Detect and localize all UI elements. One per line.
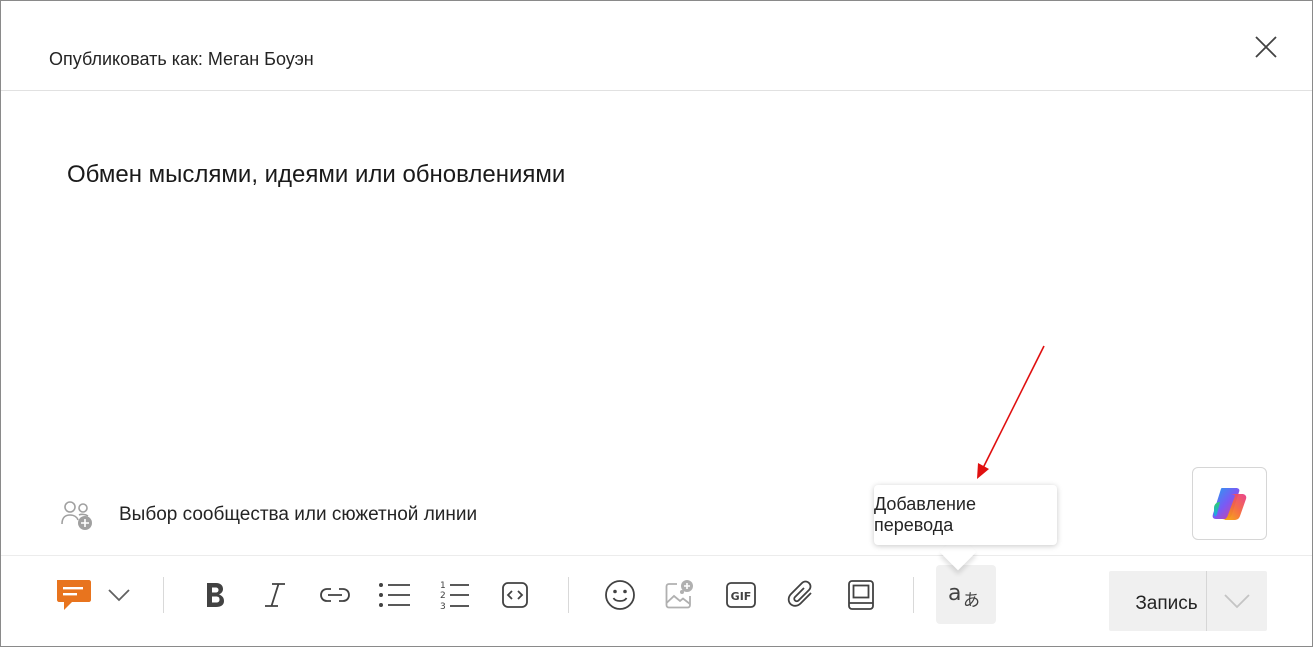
italic-icon [265, 583, 285, 607]
numbered-list-icon: 1 2 3 [440, 581, 469, 611]
post-button-label: Запись [1135, 593, 1198, 614]
post-as-title: Опубликовать как: Меган Боуэн [49, 49, 314, 69]
discussion-icon [57, 580, 91, 610]
italic-button[interactable] [255, 573, 295, 617]
tooltip-text: Добавление перевода [874, 494, 976, 535]
toolbar-separator [913, 577, 914, 613]
translate-button[interactable]: a あ [936, 565, 996, 624]
code-button[interactable] [495, 573, 535, 617]
translate-tooltip: Добавление перевода [874, 485, 1057, 545]
people-add-icon [59, 497, 95, 533]
svg-text:3: 3 [440, 602, 446, 611]
image-button[interactable] [659, 573, 699, 617]
gif-icon: GIF [726, 582, 756, 608]
toolbar-separator [163, 577, 164, 613]
template-button[interactable] [841, 573, 881, 617]
attach-button[interactable] [781, 573, 821, 617]
bold-icon [207, 583, 224, 607]
bullet-list-button[interactable] [375, 573, 415, 617]
post-type-button[interactable] [53, 573, 93, 617]
community-selector-label: Выбор сообщества или сюжетной линии [119, 504, 478, 525]
template-icon [848, 580, 874, 610]
translate-glyph-latin: a [948, 581, 961, 606]
attach-icon [787, 580, 812, 607]
post-dialog: Опубликовать как: Меган Боуэн Обмен мысл… [0, 0, 1313, 647]
emoji-button[interactable] [600, 573, 640, 617]
bold-button[interactable] [195, 573, 235, 617]
translate-icon: a あ [948, 581, 980, 611]
post-split-button: Запись [1109, 571, 1267, 631]
gif-button[interactable]: GIF [721, 573, 761, 617]
svg-text:1: 1 [440, 581, 446, 591]
link-button[interactable] [315, 573, 355, 617]
post-button[interactable]: Запись [1109, 571, 1206, 631]
message-editor[interactable]: Обмен мыслями, идеями или обновлениями [67, 161, 565, 189]
toolbar-separator [568, 577, 569, 613]
gif-label: GIF [731, 590, 752, 603]
translate-glyph-japanese: あ [963, 591, 980, 611]
emoji-icon [605, 580, 635, 610]
post-options-dropdown[interactable] [1207, 571, 1267, 631]
image-icon [665, 580, 693, 609]
formatting-toolbar: 1 2 3 GIF a あ Запись [1, 557, 1312, 647]
community-selector[interactable]: Выбор сообщества или сюжетной линии [59, 495, 477, 535]
numbered-list-button[interactable]: 1 2 3 [435, 573, 475, 617]
copilot-button[interactable] [1192, 467, 1267, 540]
chevron-down-icon [1224, 594, 1250, 609]
copilot-icon [1212, 487, 1246, 520]
close-button[interactable] [1250, 31, 1282, 63]
editor-placeholder: Обмен мыслями, идеями или обновлениями [67, 161, 566, 188]
svg-text:2: 2 [440, 591, 446, 601]
toolbar-divider [1, 555, 1312, 556]
dialog-header: Опубликовать как: Меган Боуэн [1, 1, 1312, 91]
post-type-dropdown[interactable] [99, 573, 139, 617]
close-icon [1255, 36, 1277, 58]
chevron-down-icon [108, 589, 130, 602]
code-icon [502, 582, 528, 608]
bullet-list-icon [379, 583, 410, 607]
link-icon [320, 588, 350, 602]
